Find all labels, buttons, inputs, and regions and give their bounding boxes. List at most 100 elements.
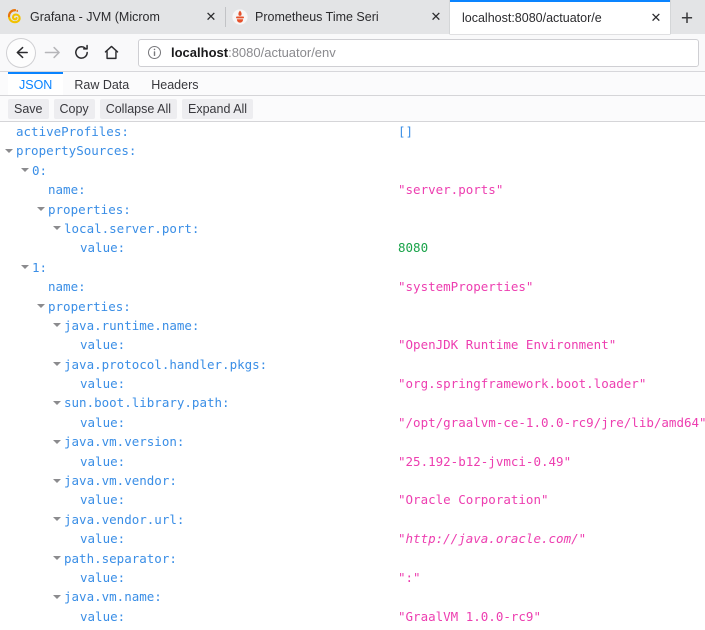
home-icon	[104, 45, 118, 60]
json-row[interactable]: java.vm.version:	[0, 432, 705, 451]
json-key: java.vendor.url:	[64, 511, 185, 527]
json-row[interactable]: sun.boot.library.path:	[0, 393, 705, 412]
json-value: "Oracle Corporation"	[398, 492, 549, 508]
json-value: "server.ports"	[398, 182, 504, 198]
json-row[interactable]: value: "http://java.oracle.com/"	[0, 529, 705, 548]
chevron-down-icon[interactable]	[5, 141, 14, 160]
json-row[interactable]: java.vm.name:	[0, 587, 705, 606]
json-row[interactable]: properties:	[0, 200, 705, 219]
url-bar[interactable]: localhost:8080/actuator/env	[138, 38, 699, 67]
json-key: value:	[80, 453, 126, 469]
chevron-down-icon[interactable]	[53, 549, 62, 568]
chevron-down-icon[interactable]	[53, 510, 62, 529]
json-key: 1:	[32, 259, 48, 275]
json-row[interactable]: 1:	[0, 258, 705, 277]
url-path: :8080/actuator/env	[228, 44, 336, 60]
chevron-down-icon[interactable]	[37, 297, 46, 316]
close-icon[interactable]: ✕	[646, 8, 666, 28]
json-row[interactable]: value: "Oracle Corporation"	[0, 490, 705, 509]
json-rows: activeProfiles:[] propertySources: 0: name:…	[0, 122, 705, 630]
json-row[interactable]: name: "systemProperties"	[0, 277, 705, 296]
browser-tab-1[interactable]: Prometheus Time Seri ✕	[225, 0, 450, 34]
browser-tab-title: Grafana - JVM (Microm	[30, 10, 160, 24]
chevron-down-icon[interactable]	[53, 355, 62, 374]
close-icon[interactable]: ✕	[201, 7, 221, 27]
json-key: java.runtime.name:	[64, 317, 200, 333]
back-button[interactable]	[6, 37, 36, 68]
tab-json[interactable]: JSON	[8, 72, 64, 95]
json-key: java.vm.vendor:	[64, 473, 177, 489]
json-row[interactable]: local.server.port:	[0, 219, 705, 238]
json-row[interactable]: value: "25.192-b12-jvmci-0.49"	[0, 452, 705, 471]
json-row[interactable]: value: 8080	[0, 238, 705, 257]
json-row[interactable]: file.encoding.pkg:	[0, 626, 705, 630]
chevron-down-icon[interactable]	[53, 393, 62, 412]
browser-tab-title: Prometheus Time Seri	[255, 10, 379, 24]
json-value: "systemProperties"	[398, 279, 534, 295]
json-row[interactable]: value: "/opt/graalvm-ce-1.0.0-rc9/jre/lib…	[0, 413, 705, 432]
json-viewer-tabs: JSON Raw Data Headers	[0, 72, 705, 96]
json-key: 0:	[32, 162, 48, 178]
json-key: value:	[80, 569, 126, 585]
chevron-down-icon[interactable]	[53, 219, 62, 238]
json-row[interactable]: java.protocol.handler.pkgs:	[0, 355, 705, 374]
json-key: value:	[80, 492, 126, 508]
chevron-down-icon[interactable]	[53, 626, 62, 630]
json-row[interactable]: java.runtime.name:	[0, 316, 705, 335]
json-key: properties:	[48, 201, 131, 217]
json-value: "25.192-b12-jvmci-0.49"	[398, 453, 572, 469]
json-value: "org.springframework.boot.loader"	[398, 376, 647, 392]
json-key: value:	[80, 608, 126, 624]
info-circle-icon[interactable]	[147, 45, 163, 60]
json-key: value:	[80, 531, 126, 547]
json-row[interactable]: java.vm.vendor:	[0, 471, 705, 490]
chevron-down-icon[interactable]	[53, 432, 62, 451]
chevron-down-icon[interactable]	[53, 587, 62, 606]
new-tab-button[interactable]: +	[670, 4, 704, 34]
chevron-down-icon[interactable]	[53, 316, 62, 335]
tab-headers[interactable]: Headers	[140, 72, 209, 95]
json-key: propertySources:	[16, 143, 137, 159]
json-row[interactable]: 0:	[0, 161, 705, 180]
json-key: name:	[48, 279, 86, 295]
save-button[interactable]: Save	[8, 98, 49, 119]
browser-tab-0[interactable]: Grafana - JVM (Microm ✕	[0, 0, 225, 34]
arrow-right-icon	[44, 46, 60, 59]
arrow-left-icon	[16, 46, 28, 59]
json-key: java.vm.name:	[64, 589, 162, 605]
json-row[interactable]: activeProfiles: []	[0, 122, 705, 141]
browser-tab-2[interactable]: localhost:8080/actuator/e ✕	[450, 0, 670, 34]
browser-navigation-bar: localhost:8080/actuator/env	[0, 34, 705, 72]
json-tree-panel[interactable]: activeProfiles:[] propertySources: 0: name:…	[0, 122, 705, 630]
home-button[interactable]	[96, 38, 126, 68]
reload-button[interactable]	[66, 38, 96, 68]
chevron-down-icon[interactable]	[21, 161, 30, 180]
json-row[interactable]: properties:	[0, 297, 705, 316]
json-row[interactable]: value: "GraalVM 1.0.0-rc9"	[0, 607, 705, 626]
json-row[interactable]: path.separator:	[0, 549, 705, 568]
json-row[interactable]: value: "org.springframework.boot.loader"	[0, 374, 705, 393]
json-key: name:	[48, 182, 86, 198]
json-row[interactable]: value: ":"	[0, 568, 705, 587]
json-key: path.separator:	[64, 550, 177, 566]
chevron-down-icon[interactable]	[21, 258, 30, 277]
browser-tab-title: localhost:8080/actuator/e	[462, 11, 602, 25]
chevron-down-icon[interactable]	[53, 471, 62, 490]
json-row[interactable]: name: "server.ports"	[0, 180, 705, 199]
url-text: localhost:8080/actuator/env	[171, 45, 336, 61]
json-row[interactable]: value: "OpenJDK Runtime Environment"	[0, 335, 705, 354]
json-row[interactable]: propertySources:	[0, 141, 705, 160]
json-value-link[interactable]: "http://java.oracle.com/"	[398, 529, 586, 548]
prometheus-icon	[232, 9, 248, 25]
json-key: value:	[80, 337, 126, 353]
tab-raw-data[interactable]: Raw Data	[63, 72, 140, 95]
expand-all-button[interactable]: Expand All	[182, 98, 254, 119]
collapse-all-button[interactable]: Collapse All	[99, 98, 178, 119]
chevron-down-icon[interactable]	[37, 200, 46, 219]
copy-button[interactable]: Copy	[53, 98, 95, 119]
reload-icon	[74, 44, 88, 59]
close-icon[interactable]: ✕	[426, 7, 446, 27]
json-value: "GraalVM 1.0.0-rc9"	[398, 608, 541, 624]
json-row[interactable]: java.vendor.url:	[0, 510, 705, 529]
json-key: local.server.port:	[64, 220, 200, 236]
